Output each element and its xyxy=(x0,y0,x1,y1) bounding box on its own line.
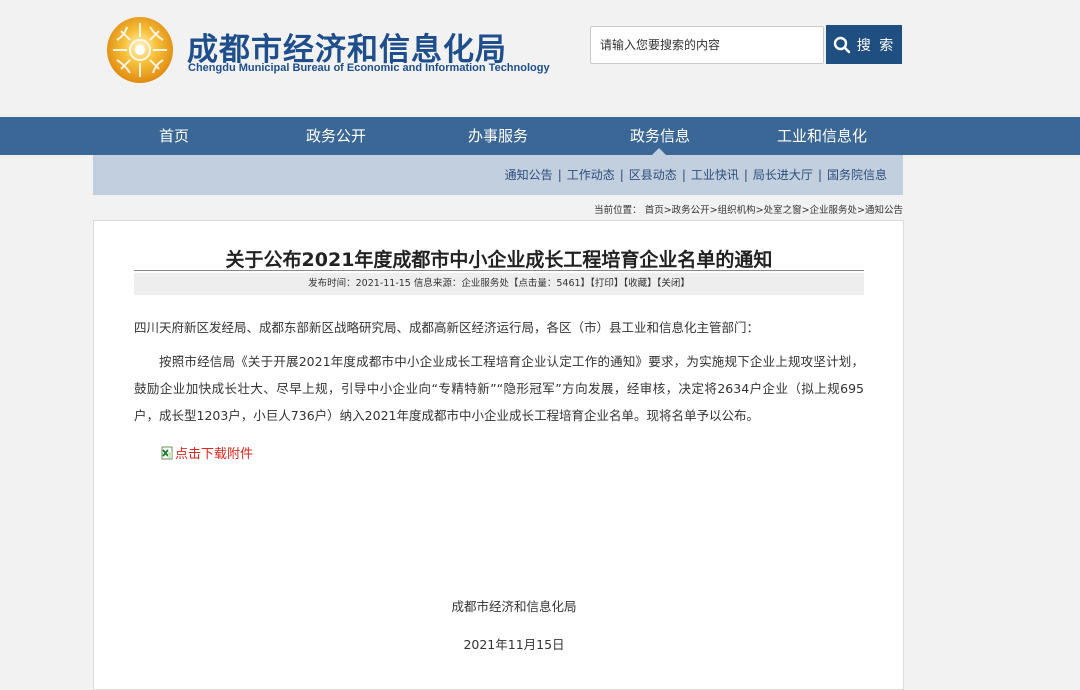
breadcrumb[interactable]: 当前位置： 首页>政务公开>组织机构>处室之窗>企业服务处>通知公告 xyxy=(594,202,903,216)
download-attachment-link[interactable]: 点击下载附件 xyxy=(160,443,253,462)
search-input[interactable] xyxy=(591,27,823,63)
subnav-separator: | xyxy=(557,168,562,182)
subnav-separator: | xyxy=(619,168,624,182)
subnav-item-notices[interactable]: 通知公告 xyxy=(505,168,553,182)
article-title: 关于公布2021年度成都市中小企业成长工程培育企业名单的通知 xyxy=(225,249,773,271)
nav-item-home[interactable]: 首页 xyxy=(104,117,244,155)
bureau-logo[interactable] xyxy=(105,15,175,85)
issue-date: 2021年11月15日 xyxy=(463,637,565,652)
subnav-item-work-news[interactable]: 工作动态 xyxy=(567,168,615,182)
meta-info: 发布时间：2021-11-15 信息来源：企业服务处【点击量：5461】 xyxy=(308,278,591,289)
subnav-separator: | xyxy=(743,168,748,182)
excel-file-icon xyxy=(161,446,173,459)
subnav-item-state-council[interactable]: 国务院信息 xyxy=(827,168,887,182)
subnav-item-director-hall[interactable]: 局长进大厅 xyxy=(753,168,813,182)
subnav-separator: | xyxy=(681,168,686,182)
issuer-signature: 成都市经济和信息化局 xyxy=(451,599,577,614)
close-link[interactable]: 【关闭】 xyxy=(657,278,690,289)
search-button[interactable]: 搜 索 xyxy=(826,25,902,64)
site-header: 成都市经济和信息化局 Chengdu Municipal Bureau of E… xyxy=(0,0,1080,116)
sub-nav: 通知公告 | 工作动态 | 区县动态 | 工业快讯 | 局长进大厅 | 国务院信息 xyxy=(93,155,903,195)
print-link[interactable]: 【打印】 xyxy=(590,278,623,289)
main-nav: 首页 政务公开 办事服务 政务信息 工业和信息化 xyxy=(0,117,1080,155)
nav-item-gov-info[interactable]: 政务信息 xyxy=(590,117,730,155)
article-recipients: 四川天府新区发经局、成都东部新区战略研究局、成都高新区经济运行局，各区（市）县工… xyxy=(134,320,760,335)
nav-item-services[interactable]: 办事服务 xyxy=(428,117,568,155)
nav-item-gov-open[interactable]: 政务公开 xyxy=(266,117,406,155)
article-body: 按照市经信局《关于开展2021年度成都市中小企业成长工程培育企业认定工作的通知》… xyxy=(134,354,864,423)
org-name-en: Chengdu Municipal Bureau of Economic and… xyxy=(188,62,550,74)
search-button-label: 搜 索 xyxy=(856,37,896,54)
search-box xyxy=(590,26,824,64)
subnav-item-district-news[interactable]: 区县动态 xyxy=(629,168,677,182)
favorite-link[interactable]: 【收藏】 xyxy=(623,278,656,289)
nav-item-industry-it[interactable]: 工业和信息化 xyxy=(752,117,892,155)
download-attachment-label: 点击下载附件 xyxy=(175,447,254,462)
article-panel: 关于公布2021年度成都市中小企业成长工程培育企业名单的通知 发布时间：2021… xyxy=(93,220,904,690)
subnav-item-industry-flash[interactable]: 工业快讯 xyxy=(691,168,739,182)
search-icon xyxy=(833,36,851,53)
title-divider xyxy=(134,270,864,271)
subnav-separator: | xyxy=(817,168,822,182)
article-meta: 发布时间：2021-11-15 信息来源：企业服务处【点击量：5461】【打印】… xyxy=(134,273,864,295)
